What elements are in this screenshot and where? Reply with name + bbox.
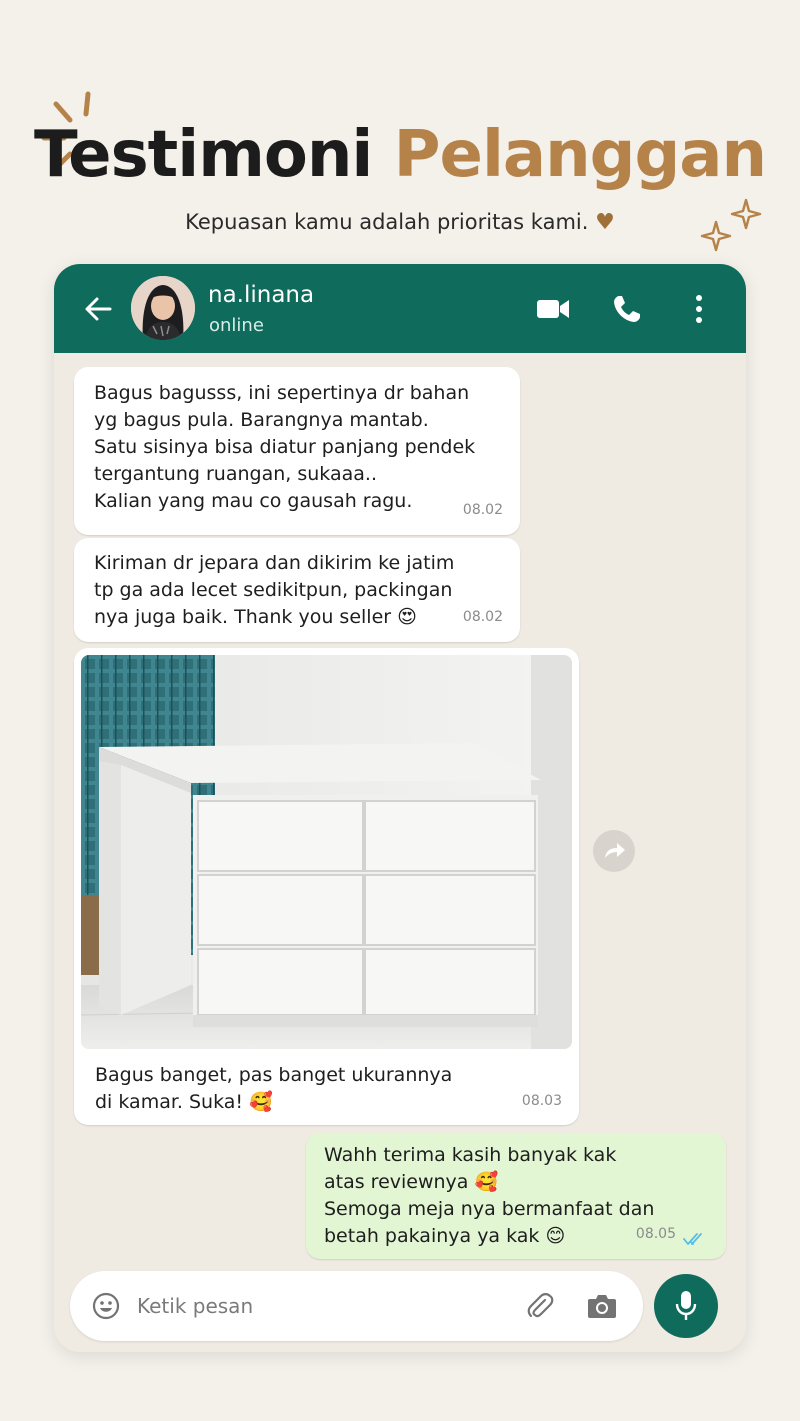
message-time: 08.05 — [635, 1226, 676, 1242]
subtitle-text: Kepuasan kamu adalah prioritas kami. — [185, 210, 589, 234]
product-photo[interactable] — [81, 655, 572, 1049]
read-receipt-icon — [683, 1233, 702, 1245]
back-arrow-icon[interactable] — [84, 296, 112, 322]
message-bubble-incoming[interactable]: Bagus bagusss, ini sepertinya dr bahan y… — [74, 367, 520, 535]
message-input-bar: Ketik pesan — [70, 1271, 643, 1341]
avatar[interactable] — [131, 276, 195, 340]
message-bubble-photo[interactable]: Bagus banget, pas banget ukurannya di ka… — [74, 648, 579, 1125]
message-text: Bagus banget, pas banget ukurannya di ka… — [95, 1064, 453, 1113]
message-bubble-outgoing[interactable]: Wahh terima kasih banyak kak atas review… — [306, 1133, 726, 1259]
contact-status: online — [209, 315, 264, 336]
page-title: Testimoni Pelanggan — [0, 118, 800, 192]
voice-record-button[interactable] — [654, 1274, 718, 1338]
microphone-icon — [675, 1291, 697, 1320]
message-bubble-incoming[interactable]: Kiriman dr jepara dan dikirim ke jatim t… — [74, 538, 520, 642]
video-call-icon[interactable] — [536, 298, 570, 320]
message-time: 08.03 — [521, 1093, 562, 1109]
camera-icon[interactable] — [587, 1293, 617, 1319]
emoji-icon[interactable] — [92, 1292, 120, 1320]
message-text: Kiriman dr jepara dan dikirim ke jatim t… — [94, 552, 455, 628]
chat-window: na.linana online Bagus bagusss, ini sepe… — [54, 264, 746, 1352]
chat-header: na.linana online — [54, 264, 746, 353]
more-menu-icon[interactable] — [694, 294, 704, 324]
title-part-2: Pelanggan — [393, 118, 767, 192]
contact-name: na.linana — [208, 282, 315, 308]
message-time: 08.02 — [462, 609, 503, 625]
message-input[interactable]: Ketik pesan — [137, 1294, 253, 1318]
sparkles-icon — [700, 198, 762, 252]
forward-icon[interactable] — [593, 830, 635, 872]
attachment-icon[interactable] — [525, 1291, 555, 1321]
phone-call-icon[interactable] — [612, 294, 642, 324]
title-part-1: Testimoni — [34, 118, 373, 192]
message-text: Bagus bagusss, ini sepertinya dr bahan y… — [94, 382, 476, 512]
heart-icon: ♥ — [595, 210, 615, 235]
avatar-image — [131, 276, 195, 340]
page-subtitle: Kepuasan kamu adalah prioritas kami. ♥ — [0, 210, 800, 235]
message-time: 08.02 — [462, 502, 503, 518]
